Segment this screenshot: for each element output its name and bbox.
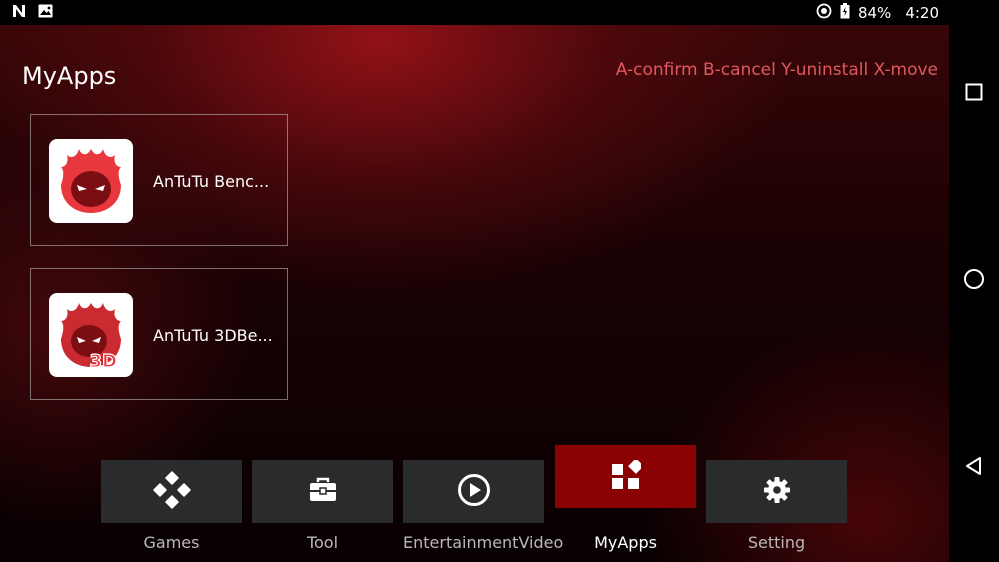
toolbox-icon [309, 477, 337, 507]
tab-myapps[interactable] [555, 445, 696, 508]
image-notification-icon [38, 4, 53, 22]
tab-games[interactable] [101, 460, 242, 523]
app-card-antutu-3dbench[interactable]: 3D AnTuTu 3DBe... [30, 268, 288, 400]
tab-setting[interactable] [706, 460, 847, 523]
navigation-bar [949, 0, 999, 562]
controller-hint: A-confirm B-cancel Y-uninstall X-move [615, 60, 938, 80]
app-card-antutu-benchmark[interactable]: AnTuTu Benc... [30, 114, 288, 246]
gear-icon [763, 476, 791, 508]
clock: 4:20 [905, 3, 939, 22]
antutu-3d-icon: 3D [49, 293, 133, 377]
back-button[interactable] [962, 456, 986, 480]
app-label: AnTuTu Benc... [153, 172, 270, 191]
battery-percent: 84% [857, 3, 892, 22]
tab-entertainment-video[interactable] [403, 460, 544, 523]
square-icon [965, 83, 983, 105]
apps-grid-icon [611, 457, 644, 494]
battery-icon [840, 2, 850, 23]
tab-entertainment-video-label: EntertainmentVideo [403, 533, 564, 552]
tab-tool-label: Tool [306, 533, 339, 552]
gamepad-icon [152, 470, 191, 513]
recents-button[interactable] [962, 82, 986, 106]
launcher-screen: 84% 4:20 MyApps A-confirm B-cancel Y-uni… [0, 0, 949, 562]
tab-myapps-label: MyApps [594, 533, 657, 552]
page-title: MyApps [22, 62, 117, 90]
tab-games-label: Games [143, 533, 200, 552]
app-label: AnTuTu 3DBe... [153, 326, 273, 345]
circle-icon [963, 268, 985, 294]
triangle-back-icon [964, 456, 984, 480]
play-icon [457, 473, 491, 511]
status-bar: 84% 4:20 [0, 0, 949, 25]
tab-setting-label: Setting [747, 533, 806, 552]
tab-tool[interactable] [252, 460, 393, 523]
data-saver-icon [816, 3, 832, 23]
notification-n-icon [12, 4, 26, 22]
home-button[interactable] [962, 269, 986, 293]
badge-3d: 3D [90, 351, 117, 371]
antutu-icon [49, 139, 133, 223]
